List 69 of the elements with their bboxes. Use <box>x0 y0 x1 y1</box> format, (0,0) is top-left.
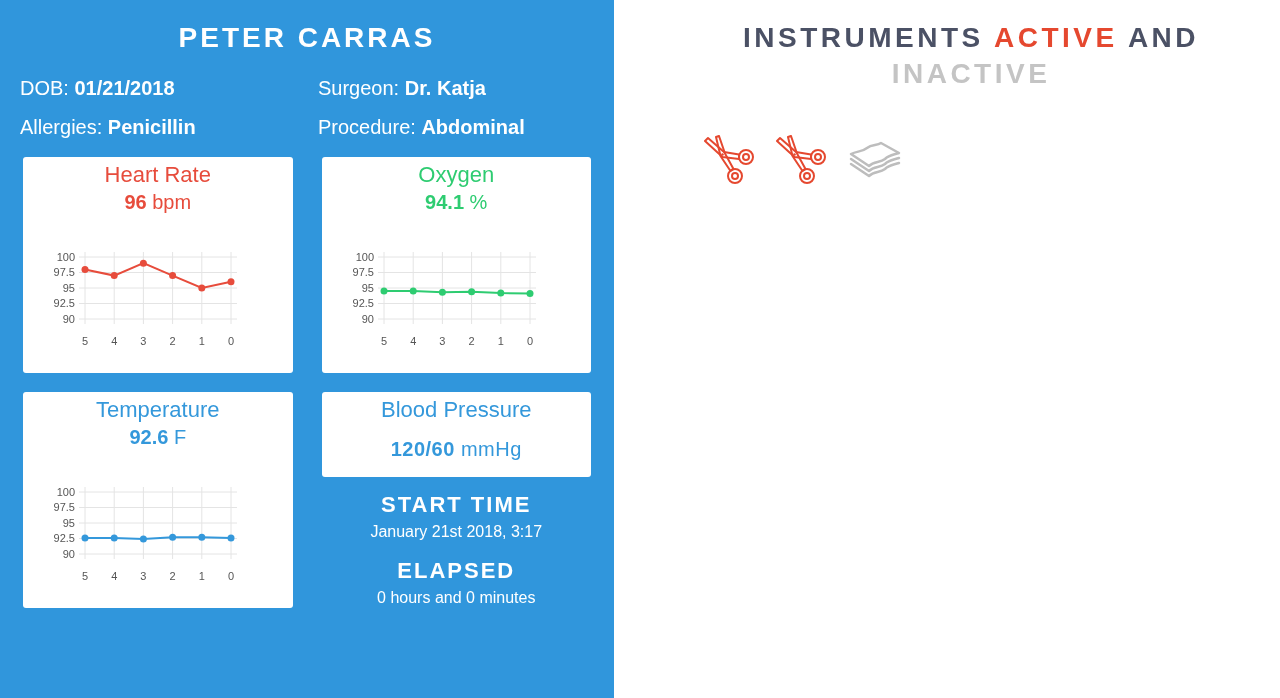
vital-title: Blood Pressure <box>381 396 532 424</box>
timing-value: January 21st 2018, 3:17 <box>370 522 543 542</box>
x-axis-label: 3 <box>140 334 147 347</box>
data-point <box>110 534 118 542</box>
y-axis-label: 90 <box>62 547 75 560</box>
y-axis-label: 97.5 <box>352 266 374 279</box>
x-axis-label: 4 <box>111 334 118 347</box>
data-point <box>198 533 206 541</box>
y-axis-label: 97.5 <box>53 266 75 279</box>
data-point <box>139 259 147 267</box>
y-axis-label: 95 <box>62 281 75 294</box>
data-point <box>438 288 446 296</box>
x-axis-label: 0 <box>227 569 235 582</box>
x-axis-label: 1 <box>198 334 205 347</box>
x-axis-label: 1 <box>198 569 205 582</box>
vital-reading: 92.6 F <box>129 425 187 450</box>
data-point <box>110 272 118 280</box>
y-axis-label: 92.5 <box>53 297 75 310</box>
x-axis-label: 1 <box>497 334 504 347</box>
x-axis-label: 2 <box>468 334 475 347</box>
data-point <box>169 533 177 541</box>
vital-title: Heart Rate <box>104 161 211 189</box>
x-axis-label: 0 <box>526 334 533 347</box>
y-axis-label: 100 <box>56 485 75 498</box>
data-point <box>227 278 235 286</box>
vital-reading: 120/60 mmHg <box>390 437 522 462</box>
x-axis-label: 3 <box>438 334 445 347</box>
data-point <box>169 272 177 280</box>
x-axis-label: 5 <box>380 334 387 347</box>
data-point <box>526 290 533 298</box>
data-point <box>198 284 206 292</box>
vital-reading: 96 bpm <box>124 190 192 215</box>
patient-detail: Surgeon: Dr. Katja <box>318 76 486 100</box>
timing-label: ELAPSED <box>397 557 516 585</box>
x-axis-label: 4 <box>409 334 416 347</box>
timing-value: 0 hours and 0 minutes <box>377 588 536 608</box>
data-point <box>380 287 387 295</box>
vital-title: Oxygen <box>418 161 495 189</box>
y-axis-label: 100 <box>56 250 75 263</box>
x-axis-label: 4 <box>111 569 118 582</box>
data-point <box>81 265 89 273</box>
x-axis-label: 5 <box>81 334 89 347</box>
y-axis-label: 100 <box>355 250 374 263</box>
data-point <box>227 534 235 542</box>
vital-reading: 94.1 % <box>425 190 488 215</box>
data-point <box>139 535 147 543</box>
x-axis-label: 2 <box>169 569 176 582</box>
y-axis-label: 92.5 <box>53 532 75 545</box>
data-point <box>409 287 417 295</box>
patient-detail: DOB: 01/21/2018 <box>20 76 175 100</box>
data-point <box>81 534 89 542</box>
patient-detail: Procedure: Abdominal <box>318 115 525 139</box>
patient-name: PETER CARRAS <box>177 21 437 55</box>
x-axis-label: 5 <box>81 569 89 582</box>
y-axis-label: 95 <box>361 281 374 294</box>
vital-title: Temperature <box>96 396 220 424</box>
data-point <box>496 289 504 297</box>
x-axis-label: 3 <box>140 569 147 582</box>
y-axis-label: 90 <box>62 312 75 325</box>
x-axis-label: 2 <box>169 334 176 347</box>
x-axis-label: 0 <box>227 334 235 347</box>
y-axis-label: 97.5 <box>53 501 75 514</box>
y-axis-label: 90 <box>361 312 374 325</box>
timing-label: START TIME <box>381 491 532 519</box>
y-axis-label: 95 <box>62 516 75 529</box>
y-axis-label: 92.5 <box>352 297 374 310</box>
data-point <box>467 288 475 296</box>
patient-detail: Allergies: Penicillin <box>20 115 196 139</box>
section-heading: INSTRUMENTS ACTIVE AND INACTIVE <box>741 21 1201 91</box>
